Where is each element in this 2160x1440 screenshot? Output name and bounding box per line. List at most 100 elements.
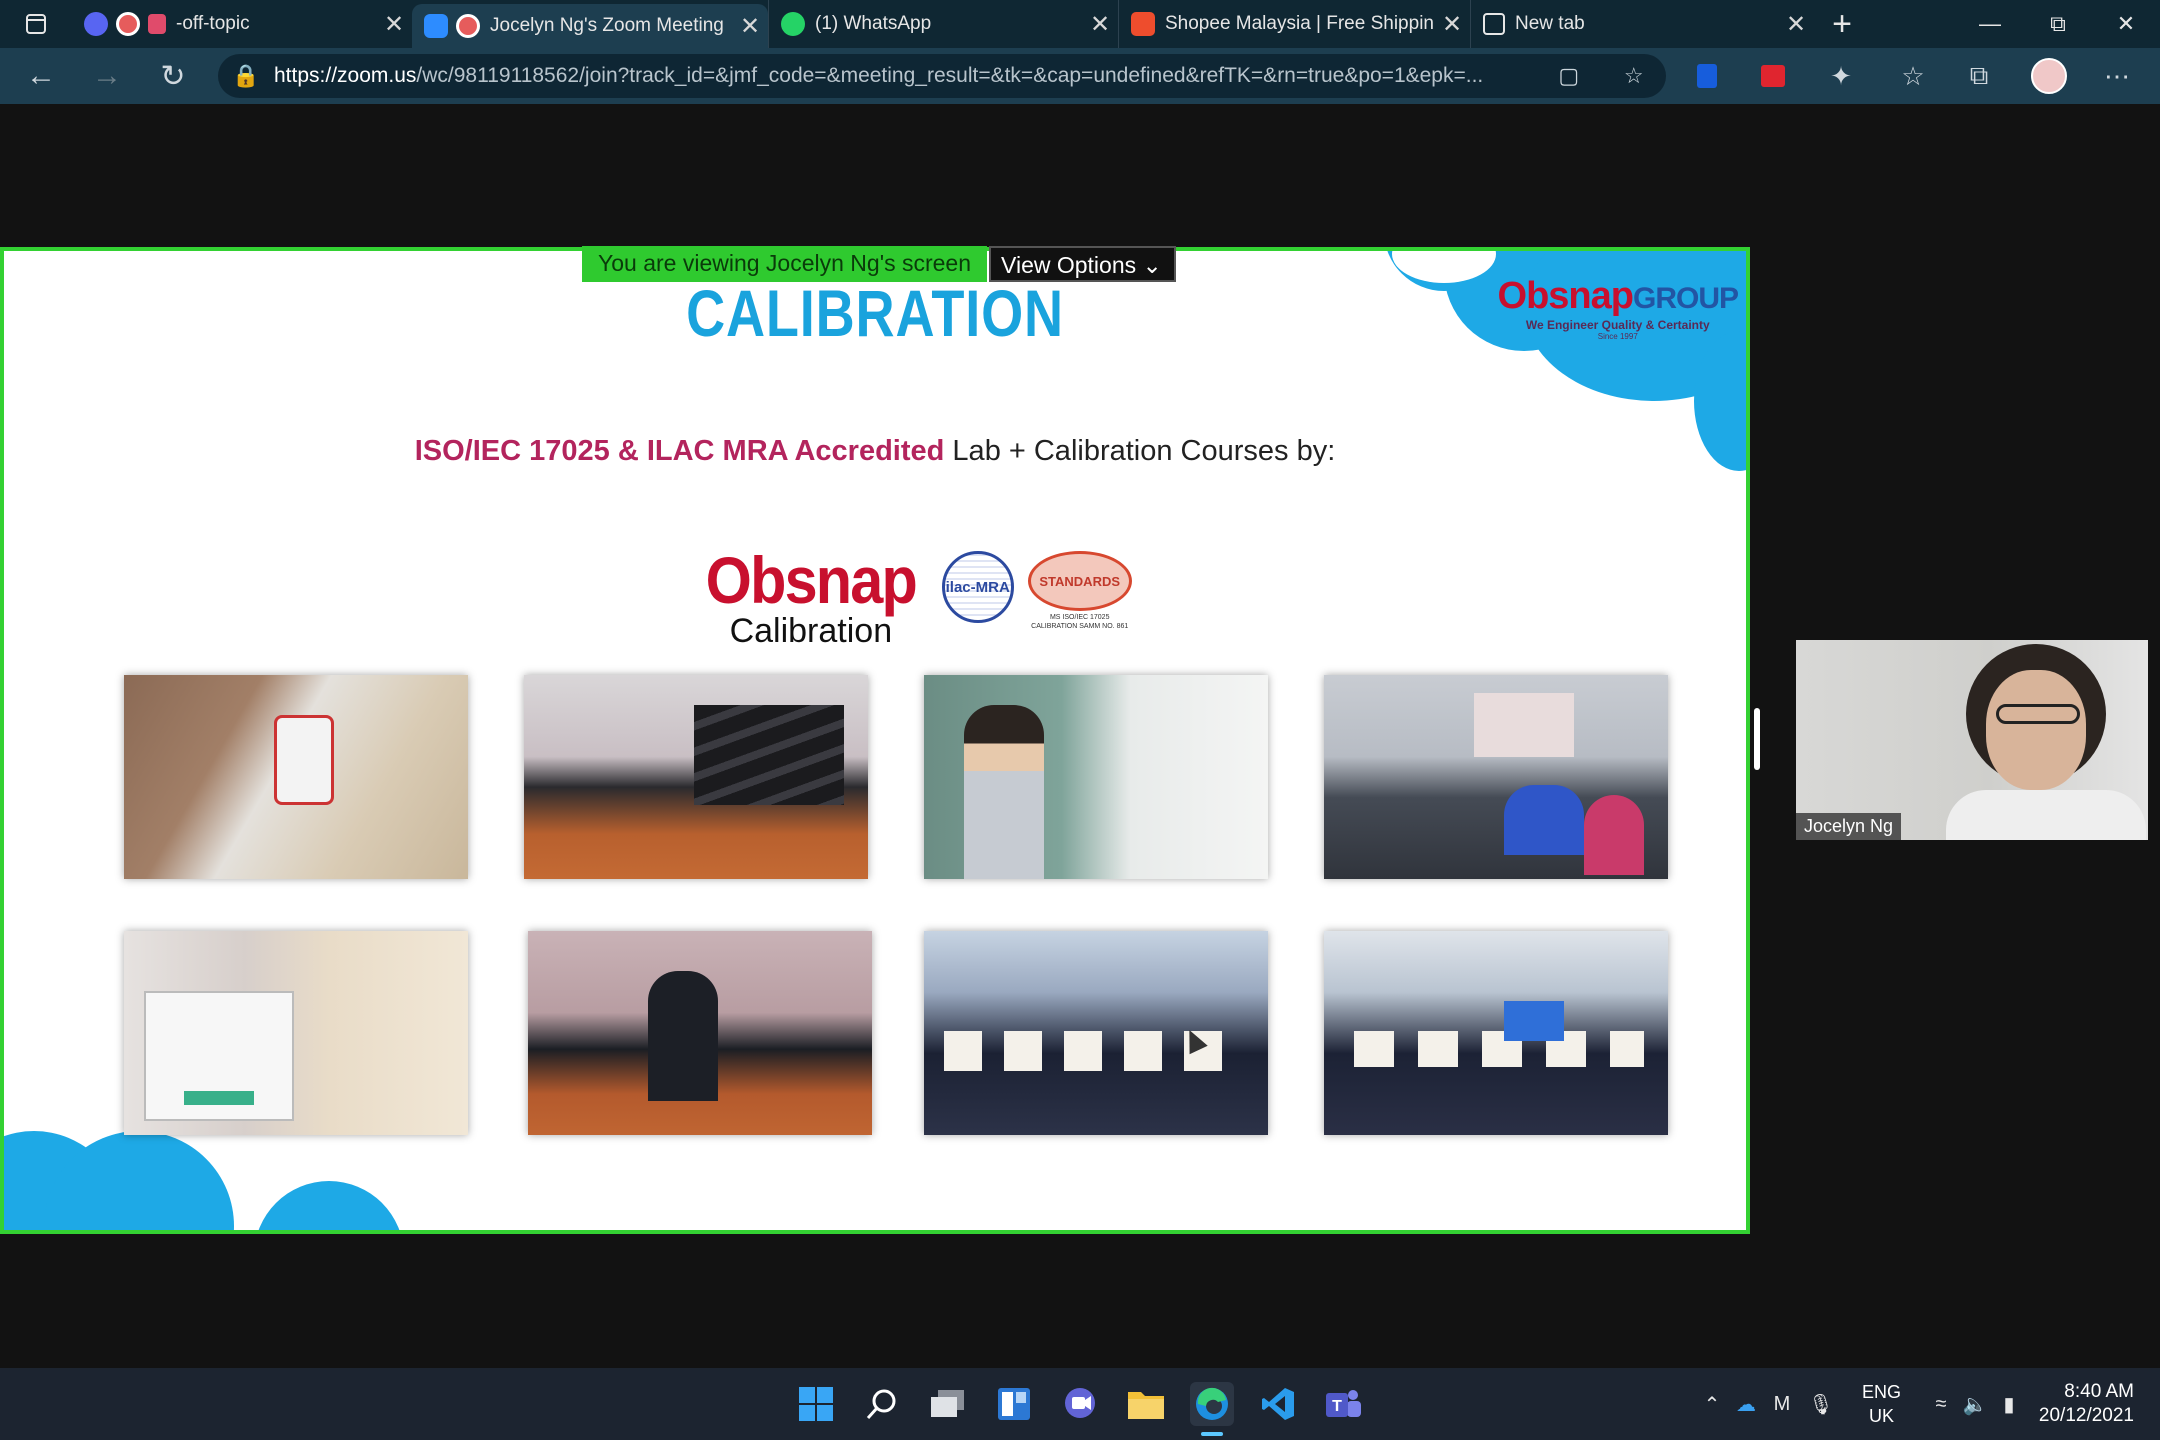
close-window-icon[interactable]: ✕ xyxy=(2092,0,2160,48)
tab-whatsapp[interactable]: (1) WhatsApp ✕ xyxy=(768,0,1118,48)
participant-name-label: Jocelyn Ng xyxy=(1796,813,1902,840)
collections-icon[interactable]: ⧉ xyxy=(1946,48,2012,104)
decor-cloud xyxy=(254,1181,404,1230)
viewing-banner: You are viewing Jocelyn Ng's screen View… xyxy=(582,246,1176,282)
microphone-icon[interactable]: 🎙 xyxy=(1800,1392,1842,1417)
tab-off-topic[interactable]: -off-topic ✕ xyxy=(72,0,412,48)
widgets-icon[interactable] xyxy=(992,1382,1036,1426)
accreditation-text: ISO/IEC 17025 & ILAC MRA Accredited xyxy=(414,435,945,467)
photo-detail xyxy=(1504,1001,1564,1041)
input-language-indicator[interactable]: ENG UK xyxy=(1862,1380,1901,1428)
photo-classroom xyxy=(1324,675,1668,879)
participant-glasses xyxy=(1996,704,2080,724)
brand-group-word: GROUP xyxy=(1632,282,1739,315)
search-icon[interactable] xyxy=(860,1382,904,1426)
tab-title: Jocelyn Ng's Zoom Meeting xyxy=(490,15,724,36)
bitwarden-extension-icon[interactable] xyxy=(1674,48,1740,104)
channel-icon xyxy=(148,14,166,34)
refresh-icon[interactable]: ↻ xyxy=(140,48,206,104)
system-tray: ⌃ ☁ M 🎙 xyxy=(1696,1368,1842,1440)
show-hidden-icons-chevron-icon[interactable]: ⌃ xyxy=(1696,1392,1728,1417)
ilac-mra-logo: ilac-MRA xyxy=(941,551,1014,623)
lock-icon[interactable]: 🔒 xyxy=(218,63,274,89)
tab-zoom-meeting[interactable]: Jocelyn Ng's Zoom Meeting ✕ xyxy=(412,4,768,48)
tab-shopee[interactable]: Shopee Malaysia | Free Shipping ✕ xyxy=(1118,0,1470,48)
brand-main: Obsnap xyxy=(1497,275,1634,317)
url-text: https://zoom.us/wc/98119118562/join?trac… xyxy=(274,64,1536,88)
url-host: https://zoom.us xyxy=(274,64,417,87)
task-view-icon[interactable] xyxy=(926,1382,970,1426)
photo-detail xyxy=(1474,693,1574,757)
panel-resize-handle[interactable] xyxy=(1754,708,1760,770)
close-tab-icon[interactable]: ✕ xyxy=(1434,10,1470,39)
slide-subtitle: ISO/IEC 17025 & ILAC MRA Accredited Lab … xyxy=(4,435,1746,468)
chevron-down-icon: ⌄ xyxy=(1142,252,1162,278)
clock-date: 20/12/2021 xyxy=(2038,1405,2134,1426)
logo-calibration-text: Calibration xyxy=(729,612,893,650)
start-icon[interactable] xyxy=(794,1382,838,1426)
participant-shirt xyxy=(1946,790,2146,840)
ms-teams-icon[interactable]: T xyxy=(1322,1382,1366,1426)
edge-icon[interactable] xyxy=(1190,1382,1234,1426)
shared-screen: CALIBRATION ObsnapGROUP We Engineer Qual… xyxy=(0,247,1750,1234)
viewing-status-text: You are viewing Jocelyn Ng's screen xyxy=(582,246,988,282)
teams-chat-icon[interactable] xyxy=(1058,1382,1102,1426)
add-favorite-icon[interactable]: ☆ xyxy=(1624,63,1644,89)
new-tab-button[interactable]: + xyxy=(1814,5,1870,44)
close-tab-icon[interactable]: ✕ xyxy=(376,10,412,39)
photo-detail xyxy=(274,715,334,805)
profile-avatar[interactable] xyxy=(2016,48,2082,104)
discord-icon xyxy=(84,12,108,36)
back-icon[interactable]: ← xyxy=(8,48,74,104)
tab-actions-icon xyxy=(26,14,46,34)
view-options-button[interactable]: View Options ⌄ xyxy=(989,246,1176,282)
photo-graduates-group-1 xyxy=(924,931,1268,1135)
tab-new-tab[interactable]: New tab ✕ xyxy=(1470,0,1814,48)
url-path: /wc/98119118562/join?track_id=&jmf_code=… xyxy=(416,64,1484,87)
tab-actions-button[interactable] xyxy=(0,0,72,48)
close-tab-icon[interactable]: ✕ xyxy=(732,12,768,41)
photo-analytical-balance xyxy=(124,931,468,1135)
quick-settings[interactable]: ≈ 🔈 ▮ xyxy=(1924,1368,2026,1440)
onedrive-icon[interactable]: ☁ xyxy=(1728,1392,1764,1417)
windows-logo-icon xyxy=(799,1387,833,1421)
battery-icon: ▮ xyxy=(2003,1393,2015,1416)
close-tab-icon[interactable]: ✕ xyxy=(1082,10,1118,39)
wifi-icon: ≈ xyxy=(1935,1392,1947,1415)
browser-toolbar: ← → ↻ 🔒 https://zoom.us/wc/98119118562/j… xyxy=(0,48,2160,104)
task-view-glyph xyxy=(931,1390,964,1417)
minimize-icon[interactable]: — xyxy=(1956,0,2024,48)
photo-detail xyxy=(1584,795,1644,875)
logo-obsnap-text: Obsnap xyxy=(705,543,918,617)
restore-icon[interactable]: ⧉ xyxy=(2024,0,2092,48)
widgets-glyph xyxy=(998,1388,1030,1420)
close-tab-icon[interactable]: ✕ xyxy=(1778,10,1814,39)
address-bar[interactable]: 🔒 https://zoom.us/wc/98119118562/join?tr… xyxy=(218,54,1666,98)
accreditation-logos: Obsnap Calibration ilac-MRA STANDARDS MS… xyxy=(694,547,1132,649)
edge-active-indicator xyxy=(1201,1432,1223,1436)
photo-graduates-group-2 xyxy=(1324,931,1668,1135)
whatsapp-icon xyxy=(781,12,805,36)
brand-wordmark: ObsnapGROUP xyxy=(1497,275,1739,318)
participant-video-tile[interactable]: Jocelyn Ng xyxy=(1796,640,2148,840)
screen: -off-topic ✕ Jocelyn Ng's Zoom Meeting ✕… xyxy=(0,0,2160,1440)
vscode-glyph xyxy=(1262,1388,1294,1420)
extension-red-icon[interactable] xyxy=(1740,48,1806,104)
vscode-icon[interactable] xyxy=(1256,1382,1300,1426)
lang-region: UK xyxy=(1869,1406,1895,1426)
standards-oval: STANDARDS xyxy=(1027,551,1132,611)
clock-time: 8:40 AM xyxy=(2064,1381,2134,1402)
camera-permission-icon[interactable]: ▢ xyxy=(1558,63,1579,89)
standards-subtext: MS ISO/IEC 17025 CALIBRATION SAMM NO. 86… xyxy=(1031,614,1129,630)
clock[interactable]: 8:40 AM 20/12/2021 xyxy=(2039,1380,2134,1428)
favorites-icon[interactable]: ☆ xyxy=(1880,48,1946,104)
window-controls: — ⧉ ✕ xyxy=(1956,0,2160,48)
mail-icon[interactable]: M xyxy=(1764,1393,1800,1416)
extensions-icon[interactable]: ✦ xyxy=(1808,48,1874,104)
browser-tab-bar: -off-topic ✕ Jocelyn Ng's Zoom Meeting ✕… xyxy=(0,0,2160,48)
file-explorer-icon[interactable] xyxy=(1124,1382,1168,1426)
more-menu-icon[interactable]: ⋯ xyxy=(2084,48,2150,104)
recording-icon xyxy=(116,12,140,36)
slide-title: CALIBRATION xyxy=(686,276,1064,350)
forward-icon[interactable]: → xyxy=(74,48,140,104)
